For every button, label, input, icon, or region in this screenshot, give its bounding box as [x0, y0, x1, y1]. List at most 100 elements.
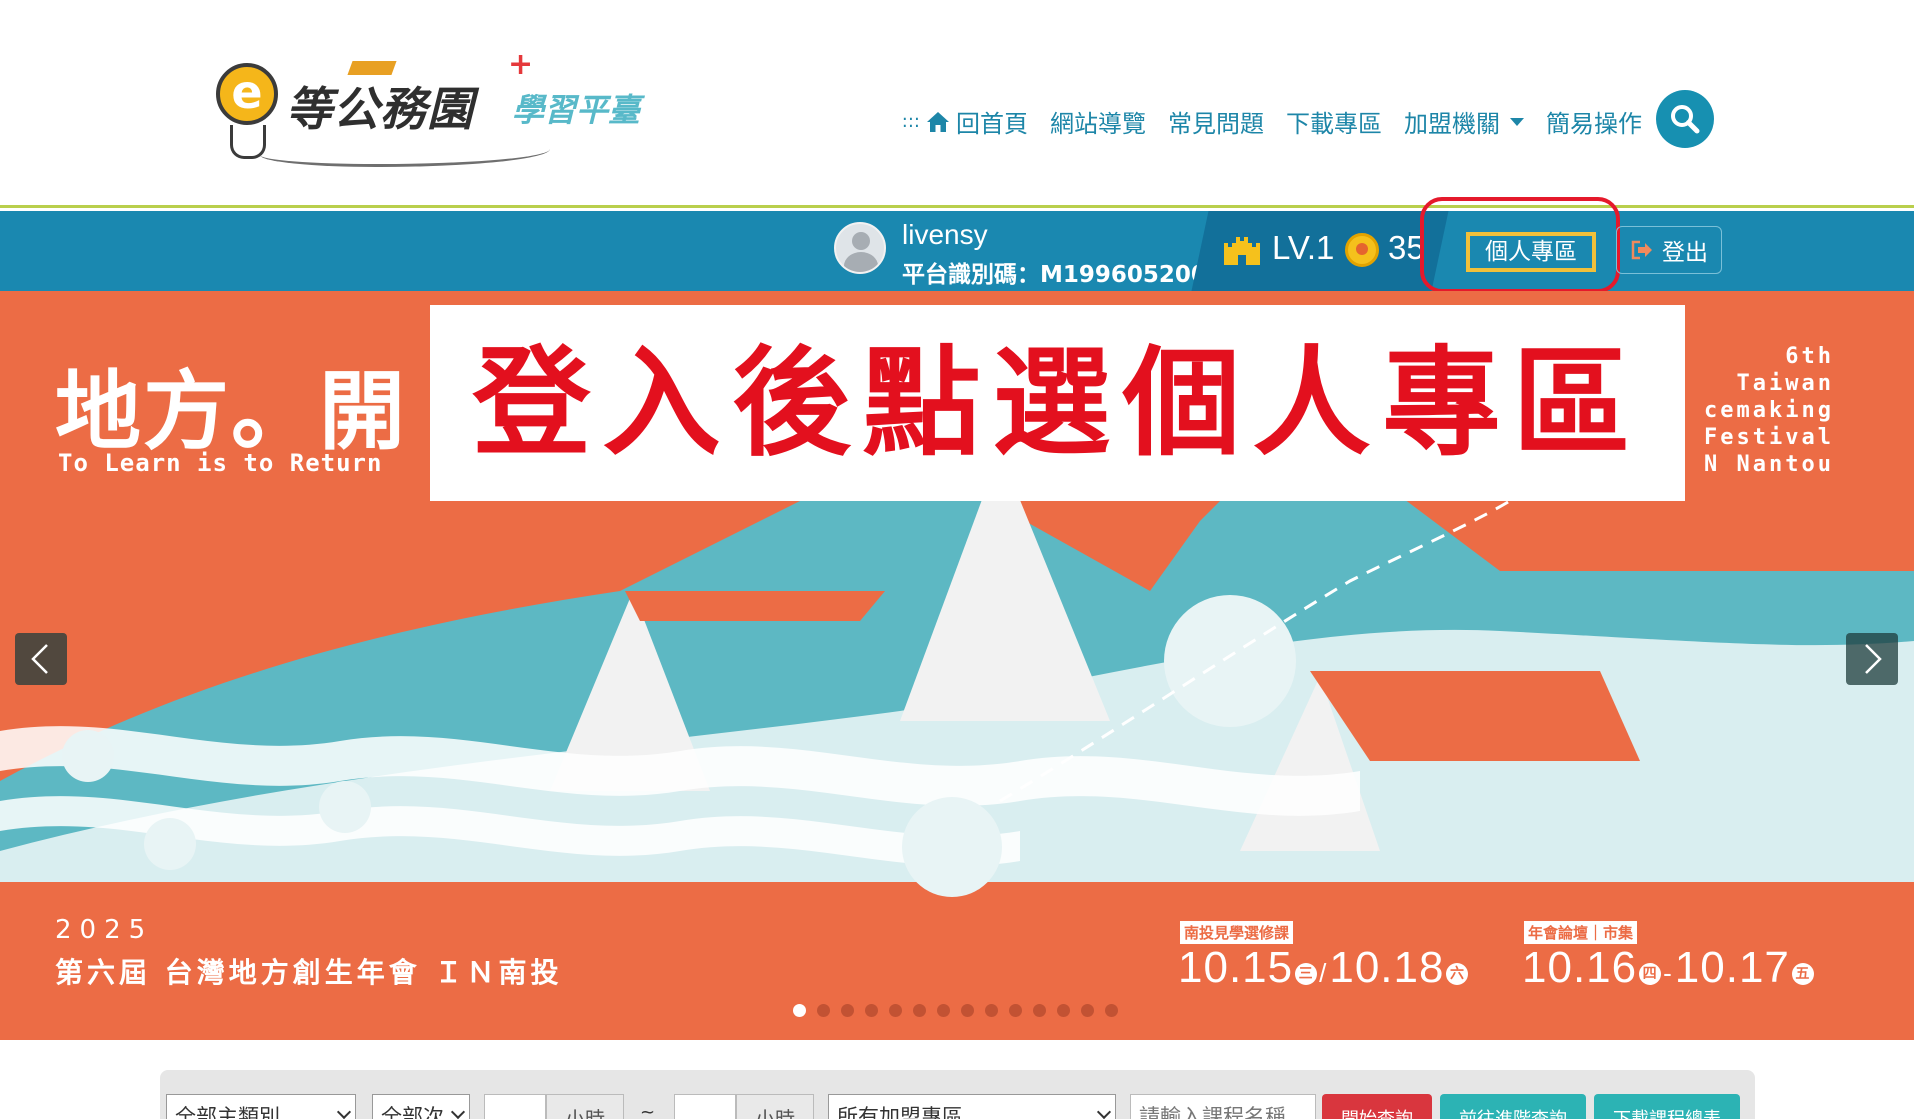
avatar-head: [852, 232, 870, 250]
download-course-list-button[interactable]: 下載課程總表: [1594, 1094, 1740, 1119]
carousel-dot[interactable]: [865, 1004, 878, 1017]
nav-sitemap[interactable]: 網站導覽: [1050, 104, 1146, 139]
weekday-badge: 四: [1639, 963, 1662, 985]
partner-select[interactable]: 所有加盟專區: [828, 1094, 1116, 1119]
nav-guide-label: 簡易操作: [1546, 110, 1642, 138]
nav-faq-label: 常見問題: [1168, 110, 1264, 138]
weekday-badge: 五: [1791, 963, 1814, 985]
main-nav: ::: 回首頁 網站導覽 常見問題 下載專區 加盟機關 簡易操作: [902, 104, 1642, 139]
carousel-dot[interactable]: [793, 1004, 806, 1017]
annotation-notice-text: 登入後點選個人專區: [472, 333, 1643, 472]
date-start: 10.16: [1522, 943, 1638, 992]
personal-area-button[interactable]: 個人專區: [1466, 232, 1596, 272]
logout-button[interactable]: 登出: [1616, 226, 1722, 274]
carousel-dot[interactable]: [1033, 1004, 1046, 1017]
hours-min-input[interactable]: [484, 1094, 546, 1119]
dates-forum: 10.16 四 -10.17 五: [1522, 943, 1814, 993]
carousel-dot[interactable]: [1009, 1004, 1022, 1017]
logo-sub-text: 學習平臺: [512, 91, 641, 129]
logo-main-text: 等公務園: [286, 82, 474, 136]
tag-forum: 年會論壇｜市集: [1524, 921, 1638, 944]
nav-home-label: 回首頁: [956, 110, 1028, 138]
carousel-dot[interactable]: [985, 1004, 998, 1017]
castle-icon: [1224, 237, 1260, 265]
carousel-dot[interactable]: [1105, 1004, 1118, 1017]
banner-slogan: To Learn is to Return: [58, 449, 383, 477]
hours-unit-label-2: 小時: [736, 1094, 814, 1119]
site-header: e 等公務園 + 學習平臺 ::: 回首頁 網站導覽 常見問題 下載專區 加盟機…: [0, 0, 1914, 208]
date-start: 10.15: [1178, 943, 1294, 992]
nav-partners-label: 加盟機關: [1404, 110, 1500, 138]
accesskey-marker[interactable]: :::: [902, 111, 920, 132]
carousel-prev-button[interactable]: [15, 633, 67, 685]
category-select-value: 全部主類別: [175, 1105, 280, 1119]
logout-label: 登出: [1662, 240, 1708, 266]
category-select[interactable]: 全部主類別: [166, 1094, 356, 1119]
banner-event-title: 第六屆 台灣地方創生年會 ＩＮ南投: [55, 956, 563, 989]
chevron-down-icon: [1096, 1104, 1112, 1119]
carousel-next-button[interactable]: [1846, 633, 1898, 685]
nav-partners[interactable]: 加盟機關: [1404, 104, 1524, 139]
banner-right-line: Taiwan: [1736, 371, 1834, 396]
tag-field-course: 南投見學選修課: [1180, 921, 1294, 944]
advanced-search-button[interactable]: 前往進階查詢: [1440, 1094, 1586, 1119]
carousel-dot[interactable]: [1081, 1004, 1094, 1017]
hours-unit-label: 小時: [546, 1094, 624, 1119]
banner-title: 地方。開: [55, 362, 407, 462]
avatar[interactable]: [834, 222, 886, 274]
subcategory-select-value: 全部次: [381, 1105, 444, 1119]
chevron-left-icon: [31, 644, 48, 674]
carousel-indicators: [793, 1004, 1118, 1017]
carousel-dot[interactable]: [889, 1004, 902, 1017]
nav-download-label: 下載專區: [1286, 110, 1382, 138]
site-logo[interactable]: e 等公務園 + 學習平臺: [200, 47, 680, 167]
logo-bulb-letter: e: [216, 63, 278, 125]
carousel-dot[interactable]: [817, 1004, 830, 1017]
user-level: LV.1: [1272, 229, 1335, 266]
search-icon: [1671, 105, 1700, 134]
logo-cord: [260, 137, 550, 167]
nav-sitemap-label: 網站導覽: [1050, 110, 1146, 138]
partner-select-value: 所有加盟專區: [837, 1105, 963, 1119]
dates-field-course: 10.15 三/10.18 六: [1178, 943, 1469, 993]
date-separator: /: [1319, 958, 1328, 988]
chevron-right-icon: [1865, 644, 1882, 674]
nav-guide[interactable]: 簡易操作: [1546, 104, 1642, 139]
banner-right-line: Festival: [1704, 425, 1834, 450]
search-button[interactable]: [1656, 90, 1714, 148]
carousel-dot[interactable]: [961, 1004, 974, 1017]
keyword-input[interactable]: 請輸入課程名稱: [1130, 1094, 1316, 1119]
banner-event-english: 6th Taiwan cemaking Festival N Nantou: [1704, 343, 1834, 478]
caret-down-icon: [1510, 117, 1524, 126]
avatar-body: [844, 252, 878, 272]
date-separator: -: [1663, 958, 1673, 988]
chevron-down-icon: [336, 1104, 352, 1119]
logout-icon: [1631, 240, 1652, 260]
date-end: 10.18: [1329, 943, 1445, 992]
weekday-badge: 六: [1446, 963, 1469, 985]
banner-right-line: N Nantou: [1704, 452, 1834, 477]
search-submit-button[interactable]: 開始查詢: [1322, 1094, 1432, 1119]
carousel-dot[interactable]: [1057, 1004, 1070, 1017]
date-end: 10.17: [1674, 943, 1790, 992]
hours-range-separator: ~: [640, 1102, 656, 1119]
carousel-dot[interactable]: [913, 1004, 926, 1017]
username: livensy: [902, 219, 988, 250]
weekday-badge: 三: [1295, 963, 1318, 985]
nav-faq[interactable]: 常見問題: [1168, 104, 1264, 139]
nav-home[interactable]: 回首頁: [926, 104, 1028, 139]
chevron-down-icon: [450, 1104, 466, 1119]
logo-plus: +: [508, 47, 534, 82]
subcategory-select[interactable]: 全部次: [372, 1094, 470, 1119]
home-icon: [927, 111, 949, 132]
hours-max-input[interactable]: [674, 1094, 736, 1119]
banner-right-line: cemaking: [1704, 398, 1834, 423]
banner-right-line: 6th: [1785, 344, 1834, 369]
carousel-dot[interactable]: [841, 1004, 854, 1017]
annotation-notice: 登入後點選個人專區: [430, 305, 1685, 501]
nav-download[interactable]: 下載專區: [1286, 104, 1382, 139]
banner-year: 2025: [55, 915, 154, 945]
carousel-dot[interactable]: [937, 1004, 950, 1017]
platform-id: 平台識別碼：M1996052001: [902, 262, 1223, 288]
coin-icon: [1345, 233, 1379, 267]
